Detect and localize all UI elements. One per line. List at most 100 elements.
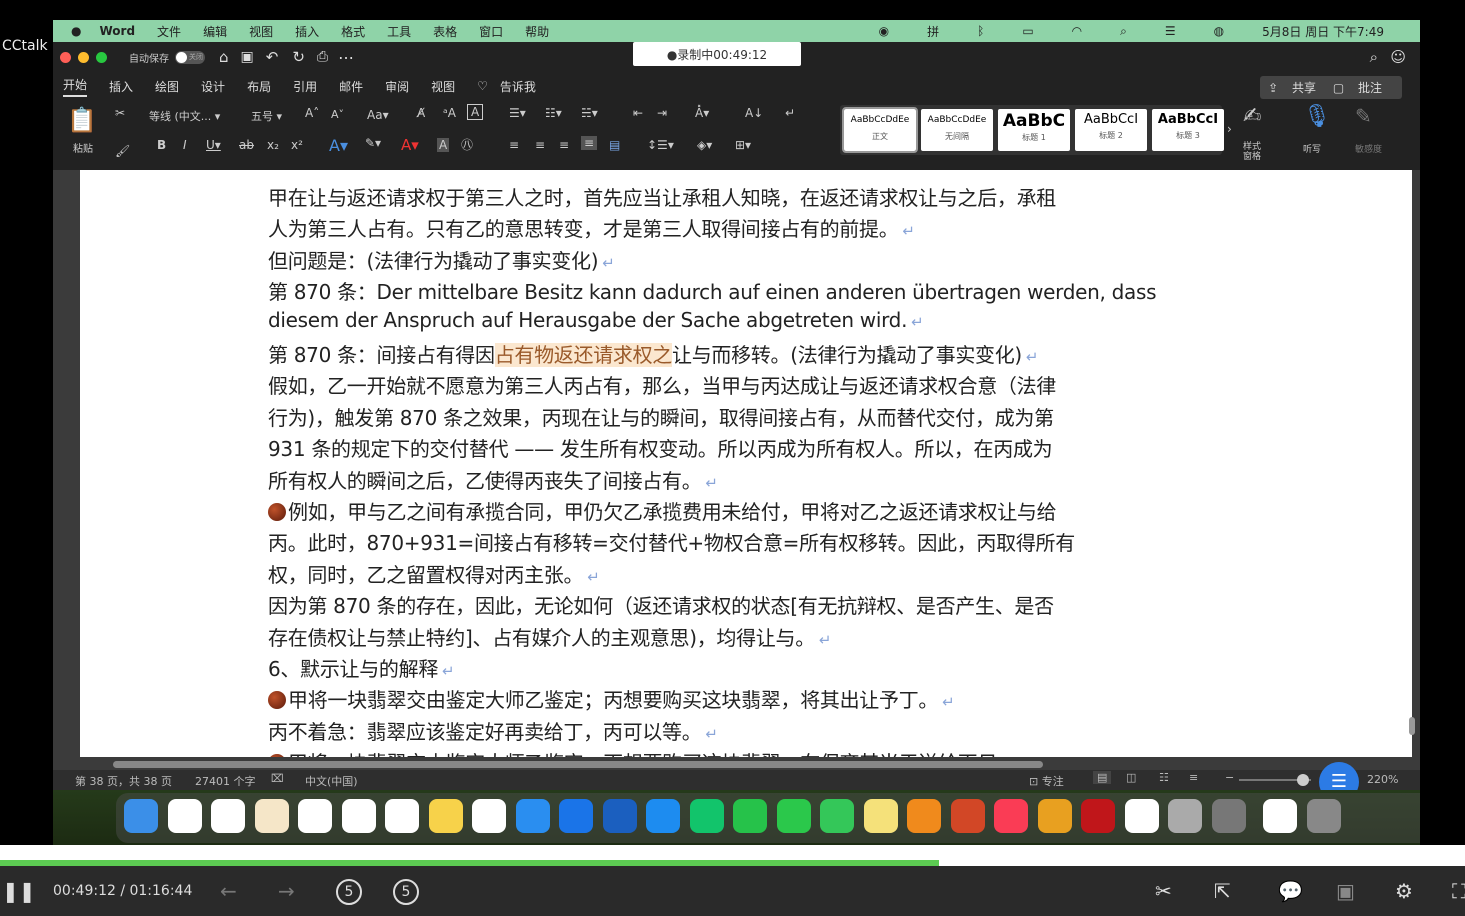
search-icon[interactable]: ⌕ — [1370, 48, 1378, 66]
document-line[interactable]: 所有权人的瞬间之后，乙使得丙丧失了间接占有。 ↵ — [268, 465, 718, 494]
dock-app-icon[interactable] — [428, 799, 463, 833]
danmaku-icon[interactable]: 💬 — [1278, 879, 1303, 903]
dock-app-icon[interactable] — [124, 799, 158, 833]
style-normal[interactable]: AaBbCcDdEe 正文 — [842, 107, 918, 153]
show-marks-icon[interactable]: ↵ — [785, 106, 795, 120]
web-layout-icon[interactable]: ◫ — [1126, 771, 1136, 784]
align-left-icon[interactable]: ≡ — [509, 138, 519, 152]
previous-icon[interactable]: ← — [220, 879, 237, 903]
styles-pane-label[interactable]: 样式窗格 — [1243, 142, 1267, 162]
tab-view[interactable]: 视图 — [431, 78, 455, 95]
dock-app-icon[interactable] — [907, 799, 941, 833]
menu-item[interactable]: 帮助 — [525, 23, 549, 40]
document-page[interactable]: 甲在让与返还请求权于第三人之时，首先应当让承租人知晓，在返还请求权让与之后，承租… — [80, 170, 1412, 757]
document-line[interactable]: diesem der Anspruch auf Herausgabe der S… — [268, 308, 924, 332]
dock-app-icon[interactable] — [733, 799, 767, 833]
increase-indent-icon[interactable]: ⇥ — [657, 106, 667, 120]
document-line[interactable]: 甲在让与返还请求权于第三人之时，首先应当让承租人知晓，在返还请求权让与之后，承租 — [268, 182, 1056, 211]
cut-icon[interactable]: ✂ — [115, 106, 125, 120]
language[interactable]: 中文(中国) — [305, 773, 358, 789]
menu-item[interactable]: 文件 — [157, 23, 181, 40]
gallery-more-icon[interactable]: › — [1227, 122, 1232, 136]
dock-app-icon[interactable] — [994, 799, 1028, 833]
menu-item[interactable]: 窗口 — [479, 23, 503, 40]
strikethrough-button[interactable]: ab — [239, 138, 254, 152]
dock-app-icon[interactable] — [167, 799, 202, 833]
zoom-level[interactable]: 220% — [1367, 773, 1398, 786]
shading-icon[interactable]: ◈▾ — [697, 138, 712, 152]
dock-app-icon[interactable] — [341, 799, 376, 833]
dock-app-icon[interactable] — [1081, 799, 1115, 833]
document-line[interactable]: 丙。此时，870+931=间接占有移转=交付替代+物权合意=所有权移转。因此，丙… — [268, 527, 1075, 556]
dock-app-icon[interactable] — [1037, 799, 1072, 833]
tab-mailings[interactable]: 邮件 — [339, 78, 363, 95]
autosave-toggle[interactable]: 关闭 — [175, 50, 205, 64]
menu-app[interactable]: Word — [99, 24, 135, 38]
close-button[interactable] — [60, 51, 71, 63]
styles-pane-icon[interactable]: ✍ — [1243, 104, 1261, 129]
dock-app-icon[interactable] — [515, 799, 550, 833]
proofing-icon[interactable]: ⌧ — [271, 772, 284, 785]
apple-icon[interactable]: ● — [71, 24, 81, 38]
clear-format-icon[interactable]: A̸ — [417, 106, 425, 120]
outline-icon[interactable]: ☷ — [1159, 771, 1169, 784]
grow-font-icon[interactable]: A˄ — [305, 106, 319, 120]
multilevel-icon[interactable]: ☵▾ — [581, 106, 598, 120]
decrease-indent-icon[interactable]: ⇤ — [633, 106, 643, 120]
print-icon[interactable]: ⎙ — [317, 49, 328, 65]
focus-button[interactable]: ⊡ 专注 — [1029, 773, 1064, 789]
dock-app-icon[interactable] — [950, 799, 985, 833]
dock-app-icon[interactable] — [646, 799, 680, 833]
char-shading-icon[interactable]: A — [437, 138, 450, 152]
save-icon[interactable]: ▣ — [241, 49, 254, 65]
paste-icon[interactable]: 📋 — [67, 106, 97, 134]
rewind-5-icon[interactable]: 5 — [336, 879, 362, 905]
bullets-icon[interactable]: ☰▾ — [509, 106, 526, 120]
wifi-icon[interactable]: ◠ — [1072, 24, 1082, 38]
shrink-font-icon[interactable]: A˅ — [331, 108, 344, 121]
document-line[interactable]: 人为第三人占有。只有乙的意思转变，才是第三人取得间接占有的前提。 ↵ — [268, 213, 915, 242]
tab-design[interactable]: 设计 — [201, 78, 225, 95]
enclose-char-icon[interactable]: ㊇ — [461, 136, 473, 153]
tab-review[interactable]: 审阅 — [385, 78, 409, 95]
phonetic-icon[interactable]: ᵃA — [443, 106, 456, 120]
feedback-icon[interactable]: ☺ — [1390, 48, 1406, 66]
more-icon[interactable]: ⋯ — [338, 48, 354, 67]
document-line[interactable]: 因为第 870 条的存在，因此，无论如何（返还请求权的状态[有无抗辩权、是否产生… — [268, 590, 1054, 619]
dock-app-icon[interactable] — [602, 799, 637, 833]
dock-app-icon[interactable] — [1211, 799, 1246, 833]
document-line[interactable]: 6、默示让与的解释 ↵ — [268, 653, 455, 682]
dock-app-icon[interactable] — [1306, 799, 1341, 833]
sort-icon[interactable]: A↓ — [745, 106, 763, 120]
pause-icon[interactable]: ❚❚ — [2, 879, 36, 903]
bluetooth-icon[interactable]: ᛒ — [977, 24, 984, 38]
document-line[interactable]: 931 条的规定下的交付替代 —— 发生所有权变动。所以丙成为所有权人。所以，在… — [268, 433, 1053, 462]
comments-button[interactable]: ▢ 批注 — [1324, 76, 1402, 99]
document-line[interactable]: 甲将一块翡翠交由鉴定大师乙鉴定；丙想要购买这块翡翠，将其出让予丁。 ↵ — [268, 684, 955, 713]
input-method-icon[interactable]: 拼 — [927, 23, 939, 40]
dock-app-icon[interactable] — [385, 799, 419, 833]
vertical-scrollbar[interactable] — [1409, 717, 1415, 735]
distribute-icon[interactable]: ▤ — [609, 138, 620, 152]
dock-app-icon[interactable] — [559, 799, 593, 833]
document-line[interactable]: 丙不着急：翡翠应该鉴定好再卖给丁，丙可以等。 ↵ — [268, 716, 718, 745]
page-count[interactable]: 第 38 页，共 38 页 — [75, 773, 172, 789]
screen-icon[interactable]: ▣ — [1336, 879, 1355, 903]
document-line[interactable]: 例如，甲与乙之间有承揽合同，甲仍欠乙承揽费用未给付，甲将对乙之返还请求权让与给 — [268, 496, 1057, 525]
align-right-icon[interactable]: ≡ — [559, 138, 569, 152]
share-icon[interactable]: ⇱ — [1214, 879, 1231, 903]
document-line[interactable]: 甲将一块翡翠交由鉴定大师乙鉴定；丙想要购买这块翡翠，在保齐其当于送给丙日 — [268, 747, 998, 757]
zoom-button[interactable] — [96, 51, 107, 63]
tab-insert[interactable]: 插入 — [109, 78, 133, 95]
borders-icon[interactable]: ⊞▾ — [735, 138, 751, 152]
document-line[interactable]: 行为)，触发第 870 条之效果，丙现在让与的瞬间，取得间接占有，从而替代交付，… — [268, 402, 1054, 431]
fullscreen-icon[interactable]: ⛶ — [1452, 879, 1465, 903]
document-line[interactable]: 第 870 条：Der mittelbare Besitz kann dadur… — [268, 276, 1157, 305]
change-case-icon[interactable]: Aa▾ — [367, 108, 389, 122]
minimize-button[interactable] — [78, 51, 89, 63]
dock-app-icon[interactable] — [689, 799, 724, 833]
style-heading-1[interactable]: AaBbC 标题 1 — [998, 109, 1070, 151]
dock-app-icon[interactable] — [472, 799, 506, 833]
next-icon[interactable]: → — [278, 879, 295, 903]
dock-app-icon[interactable] — [298, 799, 332, 833]
